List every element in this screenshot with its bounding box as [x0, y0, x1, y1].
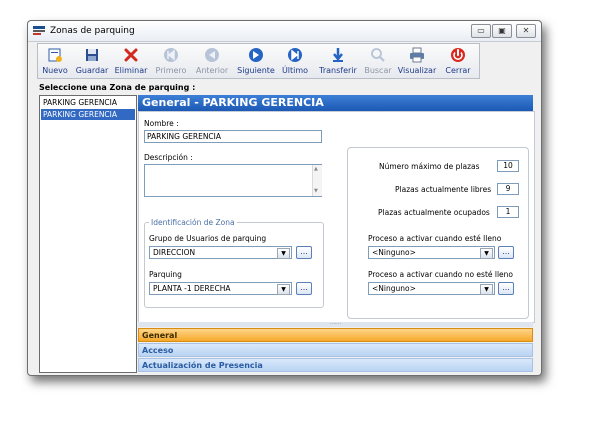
toolbar-button-anterior[interactable]: Anterior	[193, 44, 231, 78]
list-item-selected[interactable]: PARKING GERENCIA	[41, 109, 135, 120]
window-title: Zonas de parquing	[50, 26, 135, 36]
ocupados-field[interactable]: 1	[497, 206, 519, 218]
print-preview-icon	[410, 47, 424, 63]
toolbar-button-siguiente[interactable]: Siguiente	[236, 44, 276, 78]
search-icon	[371, 48, 385, 62]
ocupados-label: Plazas actualmente ocupados	[378, 208, 490, 217]
toolbar-button-buscar[interactable]: Buscar	[363, 44, 393, 78]
proceso-lleno-select[interactable]: <Ninguno> ▼	[368, 246, 495, 259]
libres-label: Plazas actualmente libres	[395, 185, 492, 194]
zone-list-title: Seleccione una Zona de parquing :	[39, 83, 196, 92]
toolbar-label: Buscar	[364, 66, 392, 75]
splitter-handle[interactable]: ·······	[138, 322, 533, 327]
toolbar-label: Cerrar	[445, 66, 471, 75]
chevron-down-icon[interactable]: ▼	[277, 248, 290, 259]
toolbar-button-primero[interactable]: Primero	[153, 44, 189, 78]
scroll-down-icon[interactable]: ▼	[314, 188, 318, 194]
toolbar-label: Nuevo	[42, 66, 68, 75]
grupo-select[interactable]: DIRECCION ▼	[149, 246, 292, 259]
chevron-down-icon[interactable]: ▼	[277, 284, 290, 295]
toolbar-label: Último	[281, 66, 309, 75]
toolbar-label: Transferir	[319, 66, 357, 75]
proceso-lleno-label: Proceso a activar cuando esté lleno	[368, 234, 502, 243]
detail-header: General - PARKING GERENCIA	[138, 95, 533, 111]
previous-record-icon	[205, 48, 219, 62]
proceso-no-lleno-select[interactable]: <Ninguno> ▼	[368, 282, 495, 295]
nombre-field[interactable]: PARKING GERENCIA	[144, 130, 322, 143]
nombre-label: Nombre :	[144, 119, 179, 128]
detail-panel: Nombre : PARKING GERENCIA Descripción : …	[138, 111, 535, 323]
toolbar-button-transferir[interactable]: Transferir	[317, 44, 359, 78]
parquing-select[interactable]: PLANTA -1 DERECHA ▼	[149, 282, 292, 295]
minimize-button[interactable]: ▭	[471, 24, 491, 38]
new-document-icon	[48, 48, 62, 62]
section-actualizacion-presencia[interactable]: Actualización de Presencia	[138, 358, 533, 372]
max-plazas-label: Número máximo de plazas	[379, 162, 480, 171]
toolbar-button-eliminar[interactable]: Eliminar	[114, 44, 148, 78]
toolbar-label: Primero	[155, 66, 187, 75]
save-icon	[86, 49, 98, 61]
detail-title: General - PARKING GERENCIA	[142, 96, 324, 109]
list-item[interactable]: PARKING GERENCIA	[41, 97, 135, 108]
first-record-icon	[164, 48, 178, 62]
toolbar-label: Anterior	[195, 66, 229, 75]
proceso-no-lleno-value: <Ninguno>	[372, 284, 416, 293]
delete-icon	[124, 48, 138, 62]
transfer-icon	[333, 48, 343, 62]
section-general[interactable]: General	[138, 328, 533, 342]
toolbar-button-guardar[interactable]: Guardar	[73, 44, 111, 78]
title-bar[interactable]: Zonas de parquing ▭ ▣ ✕	[28, 21, 541, 42]
grupo-browse-button[interactable]: ...	[296, 246, 312, 259]
proceso-lleno-value: <Ninguno>	[372, 248, 416, 257]
toolbar-label: Guardar	[75, 66, 109, 75]
parquing-select-value: PLANTA -1 DERECHA	[153, 284, 231, 293]
proceso-no-lleno-browse-button[interactable]: ...	[498, 282, 514, 295]
maximize-button[interactable]: ▣	[492, 24, 512, 38]
descripcion-scrollbar[interactable]: ▲ ▼	[312, 165, 322, 196]
zone-list[interactable]: PARKING GERENCIA PARKING GERENCIA	[39, 95, 137, 373]
descripcion-field[interactable]	[144, 164, 322, 197]
app-icon	[33, 26, 45, 35]
chevron-down-icon[interactable]: ▼	[480, 248, 493, 259]
toolbar-label: Visualizar	[397, 66, 437, 75]
grupo-label: Grupo de Usuarios de parquing	[149, 234, 267, 243]
toolbar-label: Eliminar	[114, 66, 148, 75]
section-acceso[interactable]: Acceso	[138, 343, 533, 357]
close-icon	[451, 48, 465, 62]
scroll-up-icon[interactable]: ▲	[314, 166, 318, 172]
max-plazas-field[interactable]: 10	[497, 160, 519, 172]
grupo-select-value: DIRECCION	[153, 248, 196, 257]
proceso-lleno-browse-button[interactable]: ...	[498, 246, 514, 259]
close-window-button[interactable]: ✕	[516, 24, 536, 38]
parquing-browse-button[interactable]: ...	[296, 282, 312, 295]
window: Zonas de parquing ▭ ▣ ✕ Nuevo Guardar El…	[27, 20, 542, 376]
last-record-icon	[288, 48, 302, 62]
next-record-icon	[249, 48, 263, 62]
descripcion-label: Descripción :	[144, 153, 193, 162]
toolbar-button-nuevo[interactable]: Nuevo	[40, 44, 70, 78]
proceso-no-lleno-label: Proceso a activar cuando no esté lleno	[368, 270, 514, 279]
chevron-down-icon[interactable]: ▼	[480, 284, 493, 295]
group-title: Identificación de Zona	[149, 218, 237, 227]
toolbar-label: Siguiente	[237, 66, 275, 75]
parquing-label: Parquing	[149, 270, 182, 279]
toolbar-button-visualizar[interactable]: Visualizar	[397, 44, 437, 78]
toolbar: Nuevo Guardar Eliminar Primero Anterior …	[37, 43, 480, 79]
libres-field[interactable]: 9	[497, 183, 519, 195]
toolbar-button-cerrar[interactable]: Cerrar	[442, 44, 474, 78]
toolbar-button-ultimo[interactable]: Último	[280, 44, 310, 78]
